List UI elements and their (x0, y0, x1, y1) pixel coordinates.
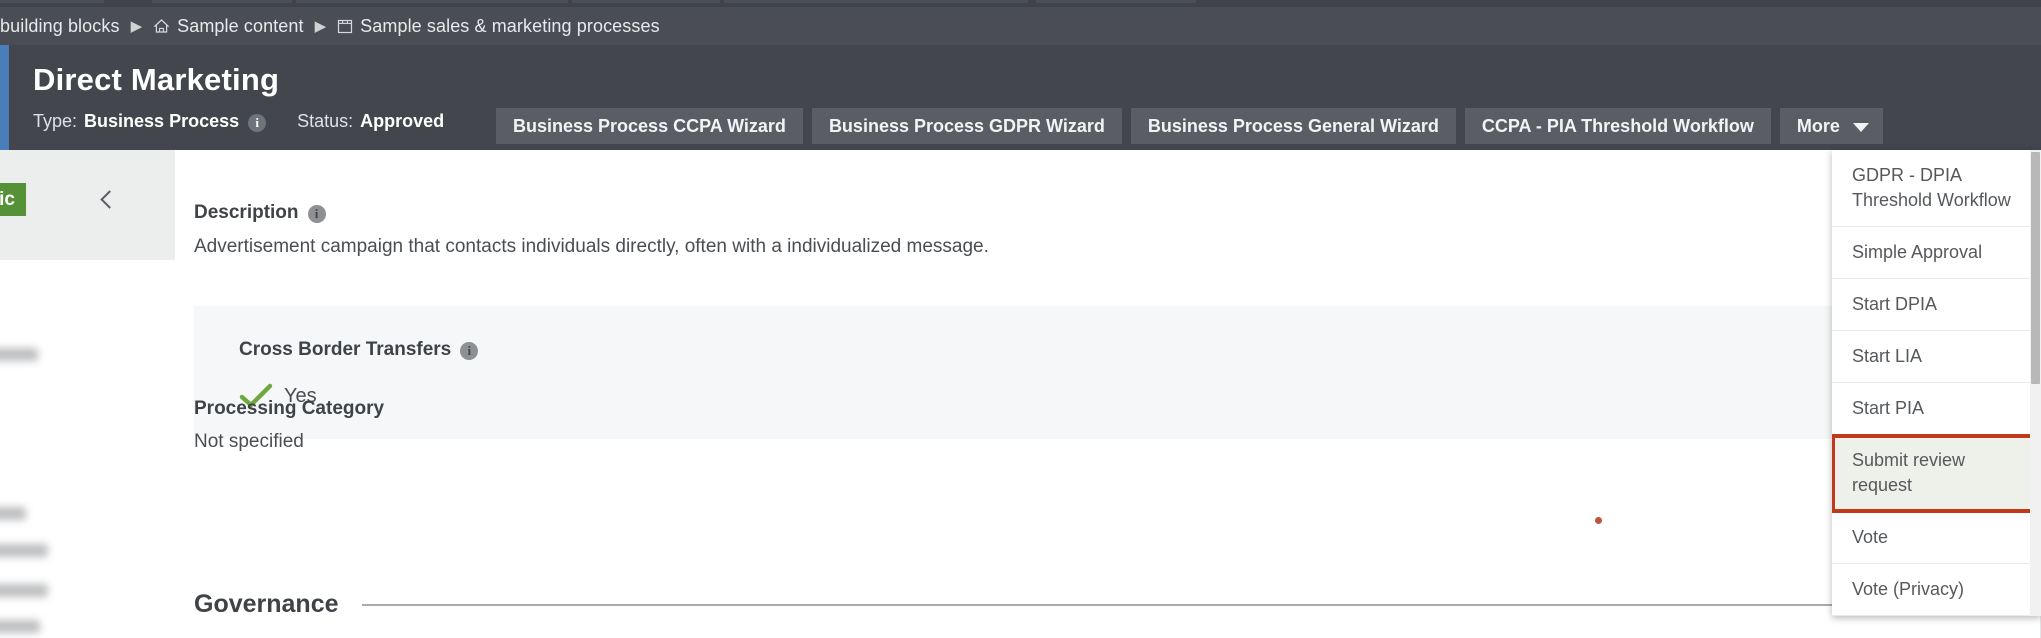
breadcrumb-item-building-blocks[interactable]: building blocks (0, 16, 120, 37)
menubar-segment (432, 0, 568, 3)
folder-icon (337, 18, 353, 39)
page-meta-row: Type: Business Process i Status: Approve… (33, 111, 444, 132)
top-menubar-strip (0, 0, 2041, 7)
menu-item-start-lia[interactable]: Start LIA (1832, 331, 2041, 383)
description-text: Advertisement campaign that contacts ind… (194, 236, 989, 257)
sidebar-blurred-text (0, 544, 48, 557)
more-dropdown-menu: GDPR - DPIA Threshold Workflow Simple Ap… (1832, 150, 2041, 616)
processing-category-value: Not specified (194, 431, 304, 452)
menu-item-gdpr-dpia-threshold-workflow[interactable]: GDPR - DPIA Threshold Workflow (1832, 150, 2041, 227)
governance-title: Governance (194, 590, 339, 618)
menubar-segment (572, 0, 720, 3)
sidebar-blurred-text (0, 348, 38, 361)
more-button-label: More (1796, 115, 1840, 136)
chevron-down-icon (1852, 122, 1869, 132)
menu-item-vote-privacy[interactable]: Vote (Privacy) (1832, 564, 2041, 616)
left-sidebar: eristic (0, 150, 175, 638)
chevron-left-icon[interactable] (96, 189, 118, 211)
tab-business-process-general-wizard[interactable]: Business Process General Wizard (1130, 108, 1456, 144)
menu-item-submit-review-request[interactable]: Submit review request (1832, 434, 2041, 513)
more-button[interactable]: More (1779, 108, 1883, 144)
processing-category-label: Processing Category (194, 398, 385, 419)
header-accent-bar (0, 45, 9, 150)
tab-business-process-ccpa-wizard[interactable]: Business Process CCPA Wizard (496, 108, 803, 144)
cross-border-transfers-label: Cross Border Transfers (239, 339, 452, 360)
menu-item-start-dpia[interactable]: Start DPIA (1832, 279, 2041, 331)
breadcrumb-separator-icon: ▶ (130, 18, 143, 35)
info-icon[interactable]: i (460, 342, 479, 360)
info-icon[interactable]: i (307, 205, 326, 223)
breadcrumb-item-sample-content[interactable]: Sample content (177, 16, 303, 37)
sidebar-header (0, 150, 175, 260)
type-label: Type: (33, 111, 78, 131)
description-label-group: Description i (194, 202, 326, 224)
menubar-segment (872, 0, 1028, 3)
description-label: Description (194, 202, 299, 223)
red-dot-marker (1595, 517, 1602, 524)
breadcrumb: building blocks ▶ Sample content ▶ Sampl… (0, 7, 2041, 45)
menubar-segment (724, 0, 876, 3)
menu-item-start-pia[interactable]: Start PIA (1832, 383, 2041, 435)
breadcrumb-item-sample-sales-marketing-processes[interactable]: Sample sales & marketing processes (360, 16, 660, 37)
menubar-segment (296, 0, 444, 3)
sidebar-blurred-text (0, 507, 26, 520)
action-tabs: Business Process CCPA Wizard Business Pr… (496, 108, 1883, 144)
menubar-segment (1036, 0, 1196, 3)
application-window: building blocks ▶ Sample content ▶ Sampl… (0, 0, 2041, 638)
status-value: Approved (360, 111, 445, 131)
menubar-segment (152, 0, 292, 3)
tab-ccpa-pia-threshold-workflow[interactable]: CCPA - PIA Threshold Workflow (1464, 108, 1771, 144)
type-value: Business Process (84, 111, 240, 131)
sidebar-blurred-text (0, 620, 40, 633)
breadcrumb-separator-icon: ▶ (314, 18, 327, 35)
menu-item-simple-approval[interactable]: Simple Approval (1832, 227, 2041, 279)
menubar-segment (0, 0, 104, 3)
cross-border-transfers-panel: Cross Border Transfers i Yes (194, 306, 2006, 439)
cross-border-label-group: Cross Border Transfers i (239, 339, 479, 361)
info-icon[interactable]: i (248, 113, 267, 132)
characteristic-badge[interactable]: eristic (0, 183, 26, 216)
page-title: Direct Marketing (33, 62, 280, 97)
tab-business-process-gdpr-wizard[interactable]: Business Process GDPR Wizard (811, 108, 1122, 144)
governance-section-header: Governance (194, 590, 2006, 619)
sidebar-blurred-text (0, 584, 48, 597)
status-label: Status: (297, 111, 354, 131)
menu-item-vote[interactable]: Vote (1832, 512, 2041, 564)
governance-divider (361, 603, 2006, 606)
main-content: Description i Advertisement campaign tha… (175, 150, 2041, 638)
dropdown-scrollbar-thumb[interactable] (2031, 152, 2040, 384)
home-icon (153, 18, 170, 39)
